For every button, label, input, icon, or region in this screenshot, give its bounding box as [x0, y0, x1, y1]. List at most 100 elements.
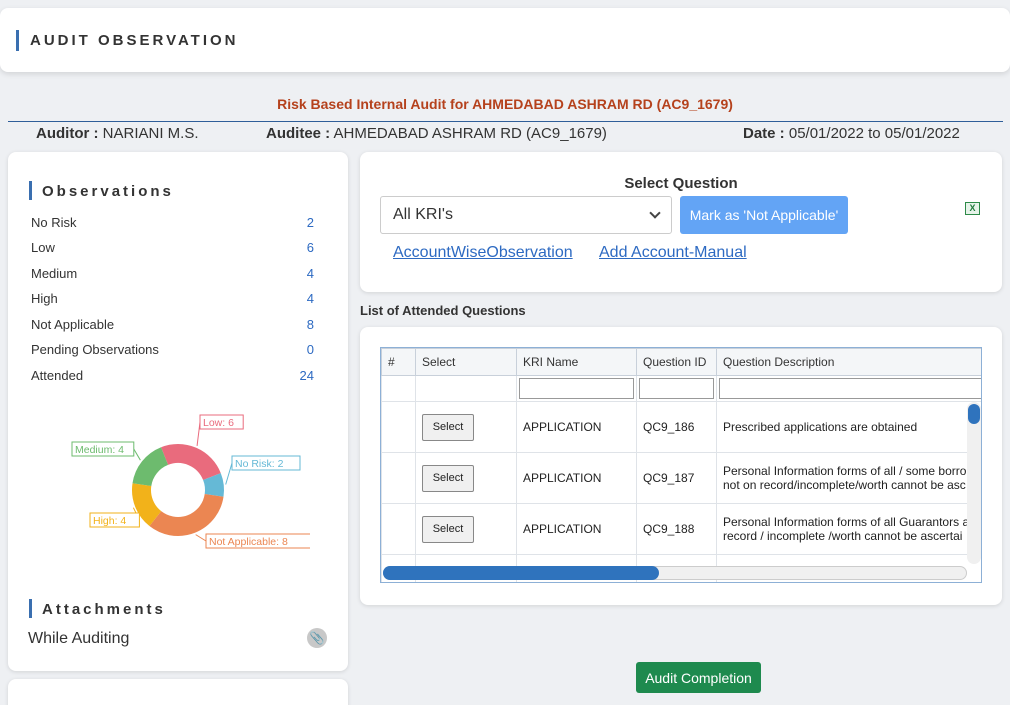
- obs-count[interactable]: 4: [307, 291, 314, 306]
- donut-slice-low[interactable]: [161, 444, 221, 481]
- kri-name-filter-input[interactable]: [519, 378, 634, 399]
- question-description-cell: Prescribed applications are obtained: [716, 401, 981, 453]
- obs-count[interactable]: 24: [300, 368, 314, 383]
- table-row: Select APPLICATION QC9_188 Personal Info…: [381, 503, 981, 555]
- obs-row-attended: Attended 24: [31, 368, 314, 386]
- questions-grid: # Select KRI Name Question ID Question D…: [380, 347, 982, 583]
- donut-label-connector: [195, 534, 207, 542]
- kri-name-cell: APPLICATION: [516, 401, 637, 453]
- select-cell: Select: [415, 503, 517, 555]
- observations-donut-chart: Low: 6 No Risk: 2 Not Applicable: 8 High: 4…: [60, 414, 318, 554]
- obs-row-low: Low 6: [31, 240, 314, 258]
- description-line: record / incomplete /worth cannot be asc…: [723, 529, 963, 543]
- donut-label-text: Low: 6: [203, 417, 234, 429]
- col-header-select[interactable]: Select: [415, 348, 517, 376]
- auditee-value: AHMEDABAD ASHRAM RD (AC9_1679): [333, 125, 607, 142]
- question-description-filter-input[interactable]: [719, 378, 981, 399]
- obs-row-not-applicable: Not Applicable 8: [31, 317, 314, 335]
- row-select-button[interactable]: Select: [422, 464, 474, 492]
- question-description-cell: Personal Information forms of all Guaran…: [716, 503, 981, 555]
- question-id-cell: QC9_188: [636, 503, 717, 555]
- questions-table: # Select KRI Name Question ID Question D…: [381, 348, 981, 582]
- select-cell: Select: [415, 452, 517, 504]
- col-header-question-description[interactable]: Question Description: [716, 348, 981, 376]
- page-header: AUDIT OBSERVATION: [0, 8, 1010, 72]
- obs-row-pending: Pending Observations 0: [31, 342, 314, 360]
- excel-icon[interactable]: X: [965, 202, 980, 215]
- obs-label: Low: [31, 240, 55, 255]
- mark-not-applicable-button[interactable]: Mark as 'Not Applicable': [680, 196, 848, 234]
- auditor-info: Auditor : NARIANI M.S.: [36, 125, 199, 142]
- description-line: Personal Information forms of all Guaran…: [723, 515, 970, 529]
- table-row: Select APPLICATION QC9_186 Prescribed ap…: [381, 401, 981, 453]
- date-label: Date :: [743, 125, 785, 142]
- account-wise-observation-link[interactable]: AccountWiseObservation: [393, 244, 573, 262]
- kri-select[interactable]: All KRI's: [380, 196, 672, 234]
- donut-label-text: Medium: 4: [75, 444, 124, 456]
- obs-label: Not Applicable: [31, 317, 115, 332]
- description-line: Prescribed applications are obtained: [723, 420, 918, 434]
- donut-slice-high[interactable]: [132, 483, 162, 527]
- filter-cell: [716, 375, 981, 402]
- paperclip-icon[interactable]: 📎: [307, 628, 327, 648]
- select-cell: Select: [415, 401, 517, 453]
- obs-row-no-risk: No Risk 2: [31, 215, 314, 233]
- observations-title: Observations: [42, 183, 174, 200]
- obs-count[interactable]: 4: [307, 266, 314, 281]
- select-question-title: Select Question: [624, 175, 738, 192]
- obs-row-high: High 4: [31, 291, 314, 309]
- kri-name-cell: APPLICATION: [516, 452, 637, 504]
- obs-count[interactable]: 8: [307, 317, 314, 332]
- col-header-question-id[interactable]: Question ID: [636, 348, 717, 376]
- donut-label-text: Not Applicable: 8: [209, 536, 288, 548]
- donut-slice-medium[interactable]: [132, 447, 169, 487]
- page-title: AUDIT OBSERVATION: [30, 32, 239, 49]
- row-select-button[interactable]: Select: [422, 413, 474, 441]
- audit-heading: Risk Based Internal Audit for AHMEDABAD …: [277, 96, 733, 112]
- obs-label: No Risk: [31, 215, 77, 230]
- filter-cell: [636, 375, 717, 402]
- attended-questions-panel: # Select KRI Name Question ID Question D…: [360, 327, 1002, 605]
- row-index-cell: [381, 503, 416, 555]
- heading-divider: [8, 121, 1003, 122]
- attachment-item-while-auditing: While Auditing: [28, 630, 130, 647]
- question-id-cell: QC9_186: [636, 401, 717, 453]
- obs-count[interactable]: 2: [307, 215, 314, 230]
- observations-accent-bar: [29, 181, 32, 200]
- obs-count[interactable]: 0: [307, 342, 314, 357]
- attended-questions-title: List of Attended Questions: [360, 303, 526, 318]
- obs-label: High: [31, 291, 58, 306]
- audit-completion-button[interactable]: Audit Completion: [636, 662, 761, 693]
- date-info: Date : 05/01/2022 to 05/01/2022: [743, 125, 960, 142]
- row-select-button[interactable]: Select: [422, 515, 474, 543]
- donut-label-connector: [133, 448, 141, 461]
- description-line: not on record/incomplete/worth cannot be…: [723, 478, 966, 492]
- donut-slice-not-applicable[interactable]: [149, 493, 224, 536]
- question-id-cell: QC9_187: [636, 452, 717, 504]
- chevron-down-icon: [649, 207, 661, 219]
- vertical-scroll-thumb[interactable]: [968, 404, 980, 424]
- date-value: 05/01/2022 to 05/01/2022: [788, 125, 960, 142]
- attachments-title: Attachments: [42, 601, 166, 618]
- row-index-cell: [381, 401, 416, 453]
- question-id-filter-input[interactable]: [639, 378, 714, 399]
- col-header-index[interactable]: #: [381, 348, 416, 376]
- obs-label: Pending Observations: [31, 342, 159, 357]
- vertical-scrollbar[interactable]: [967, 402, 981, 564]
- donut-label-text: No Risk: 2: [235, 458, 284, 470]
- kri-name-cell: APPLICATION: [516, 503, 637, 555]
- lower-panel: [8, 679, 348, 705]
- obs-label: Attended: [31, 368, 84, 383]
- auditor-label: Auditor :: [36, 125, 99, 142]
- filter-cell-empty: [381, 375, 416, 402]
- add-account-manual-link[interactable]: Add Account-Manual: [599, 244, 747, 262]
- description-line: Personal Information forms of all / some…: [723, 464, 967, 478]
- select-question-panel: Select Question All KRI's Mark as 'Not A…: [360, 152, 1002, 292]
- obs-count[interactable]: 6: [307, 240, 314, 255]
- filter-cell: [516, 375, 637, 402]
- col-header-kri-name[interactable]: KRI Name: [516, 348, 637, 376]
- attachments-accent-bar: [29, 599, 32, 618]
- donut-slice-no-risk[interactable]: [202, 473, 224, 497]
- horizontal-scroll-thumb[interactable]: [383, 566, 659, 580]
- filter-row: [381, 375, 981, 402]
